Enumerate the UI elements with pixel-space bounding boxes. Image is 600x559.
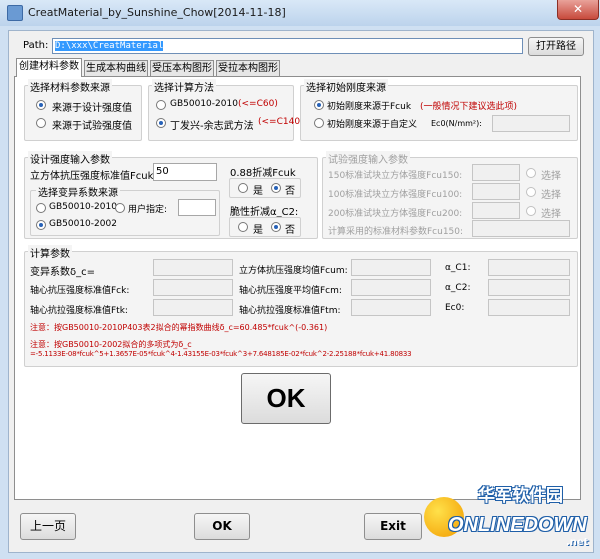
- note-polynomial-title: 注意：按GB50010-2002拟合的多项式为δ_c: [30, 340, 192, 349]
- label-stiffness-fcuk: 初始刚度来源于Fcuk: [327, 102, 412, 112]
- ftm-label: 轴心抗拉强度标准值Ftm:: [239, 306, 341, 316]
- calc-method-title: 选择计算方法: [152, 79, 216, 94]
- radio-var-user[interactable]: [115, 203, 125, 213]
- radio-var-2010[interactable]: [36, 203, 46, 213]
- watermark-en: ONLINEDOWN: [448, 514, 587, 536]
- path-value: D:\xxx\CreatMaterial: [55, 41, 164, 51]
- note-c140: (<=C140): [258, 117, 304, 127]
- fcuk-input[interactable]: 50: [153, 163, 217, 181]
- label-design-strength: 来源于设计强度值: [52, 103, 132, 114]
- radio-reduce-no[interactable]: [271, 183, 281, 193]
- label-test-strength: 来源于试验强度值: [52, 121, 132, 132]
- stiffness-note: (一般情况下建议选此项): [420, 102, 518, 112]
- fck-output[interactable]: [153, 279, 233, 296]
- path-input[interactable]: D:\xxx\CreatMaterial: [52, 38, 523, 54]
- alpha-c1-output[interactable]: [488, 259, 570, 276]
- choose-200-label: 选择: [541, 209, 561, 220]
- std-fcu150-input[interactable]: [472, 220, 570, 237]
- fcu100-input[interactable]: [472, 183, 520, 200]
- calc-params-title: 计算参数: [28, 245, 72, 260]
- ok-main-button[interactable]: OK: [241, 373, 331, 424]
- fcuk-label: 立方体抗压强度标准值Fcuk:: [30, 171, 157, 182]
- fcu150-input[interactable]: [472, 164, 520, 181]
- fcm-label: 轴心抗压强度平均值Fcm:: [239, 286, 342, 296]
- label-stiffness-custom: 初始刚度来源于自定义: [327, 120, 418, 130]
- path-label: Path:: [23, 40, 49, 51]
- ok-button[interactable]: OK: [194, 513, 250, 540]
- ftk-output[interactable]: [153, 299, 233, 316]
- tab-generate-curve[interactable]: 生成本构曲线: [84, 60, 148, 76]
- label-var-user: 用户指定:: [128, 205, 168, 215]
- fcu200-label: 200标准试块立方体强度Fcu200:: [328, 209, 463, 219]
- ec0-calc-output[interactable]: [488, 299, 570, 316]
- delta-output[interactable]: [153, 259, 233, 276]
- radio-stiffness-fcuk[interactable]: [314, 100, 324, 110]
- radio-choose-200[interactable]: [526, 206, 536, 216]
- close-button[interactable]: ✕: [557, 0, 599, 20]
- label-reduce-no: 否: [285, 186, 295, 197]
- choose-100-label: 选择: [541, 190, 561, 201]
- alpha-c2-output[interactable]: [488, 279, 570, 296]
- radio-ding-method[interactable]: [156, 118, 166, 128]
- note-c60: (<=C60): [238, 99, 278, 109]
- watermark-suffix: .net: [566, 537, 589, 548]
- reduce-title: 0.88折减Fcuk: [230, 168, 296, 179]
- label-brittle-yes: 是: [253, 225, 263, 236]
- radio-gb50010-2010[interactable]: [156, 100, 166, 110]
- app-icon: [7, 5, 23, 21]
- test-input-title: 试验强度输入参数: [326, 151, 410, 166]
- fcum-cube-label: 立方体抗压强度均值Fcum:: [239, 266, 348, 276]
- ec0-label: Ec0(N/mm²):: [431, 119, 482, 128]
- label-reduce-yes: 是: [253, 186, 263, 197]
- stiffness-title: 选择初始刚度来源: [304, 79, 388, 94]
- label-brittle-no: 否: [285, 225, 295, 236]
- alpha-c2-label: α_C2:: [445, 283, 471, 293]
- std-fcu150-label: 计算采用的标准材料参数Fcu150:: [328, 227, 464, 237]
- user-variation-input[interactable]: [178, 199, 216, 216]
- tab-create-material[interactable]: 创建材料参数: [16, 58, 82, 77]
- variation-title: 选择变异系数来源: [36, 184, 120, 199]
- note-polynomial-formula: =-5.1133E-08*fcuk^5+1.3657E-05*fcuk^4-1.…: [30, 350, 412, 358]
- label-var-2010: GB50010-2010: [49, 202, 117, 212]
- radio-test-strength[interactable]: [36, 118, 46, 128]
- fcu100-label: 100标准试块立方体强度Fcu100:: [328, 190, 463, 200]
- choose-150-label: 选择: [541, 171, 561, 182]
- note-power-curve: 注意：按GB50010-2010P403表2拟合的幂指数曲线δ_c=60.485…: [30, 323, 328, 332]
- design-input-title: 设计强度输入参数: [28, 151, 112, 166]
- label-ding-method: 丁发兴-余志武方法: [170, 121, 254, 132]
- radio-var-2002[interactable]: [36, 220, 46, 230]
- brittle-title: 脆性折减α_C2:: [230, 207, 299, 218]
- radio-design-strength[interactable]: [36, 100, 46, 110]
- radio-choose-150[interactable]: [526, 168, 536, 178]
- material-source-title: 选择材料参数来源: [28, 79, 112, 94]
- fck-label: 轴心抗压强度标准值Fck:: [30, 286, 130, 296]
- radio-brittle-no[interactable]: [271, 222, 281, 232]
- onlinedown-watermark-logo: 华军软件园 ONLINEDOWN .net: [420, 475, 600, 559]
- radio-brittle-yes[interactable]: [238, 222, 248, 232]
- watermark-cn: 华军软件园: [478, 486, 563, 506]
- ftm-output[interactable]: [351, 299, 431, 316]
- fcum-cube-output[interactable]: [351, 259, 431, 276]
- ftk-label: 轴心抗拉强度标准值Ftk:: [30, 306, 128, 316]
- prev-page-button[interactable]: 上一页: [20, 513, 76, 540]
- fcm-output[interactable]: [351, 279, 431, 296]
- tab-compression-graph[interactable]: 受压本构图形: [150, 60, 214, 76]
- exit-button[interactable]: Exit: [364, 513, 422, 540]
- radio-stiffness-custom[interactable]: [314, 118, 324, 128]
- window-title: CreatMaterial_by_Sunshine_Chow[2014-11-1…: [28, 6, 286, 19]
- open-path-button[interactable]: 打开路径: [528, 37, 584, 56]
- delta-label: 变异系数δ_c=: [30, 267, 95, 278]
- fcu150-label: 150标准试块立方体强度Fcu150:: [328, 171, 463, 181]
- ec0-calc-label: Ec0:: [445, 303, 465, 313]
- ec0-input[interactable]: [492, 115, 570, 132]
- label-var-2002: GB50010-2002: [49, 219, 117, 229]
- radio-choose-100[interactable]: [526, 187, 536, 197]
- label-gb50010-2010: GB50010-2010: [170, 99, 238, 109]
- fcu200-input[interactable]: [472, 202, 520, 219]
- tab-tension-graph[interactable]: 受拉本构图形: [216, 60, 280, 76]
- radio-reduce-yes[interactable]: [238, 183, 248, 193]
- alpha-c1-label: α_C1:: [445, 263, 471, 273]
